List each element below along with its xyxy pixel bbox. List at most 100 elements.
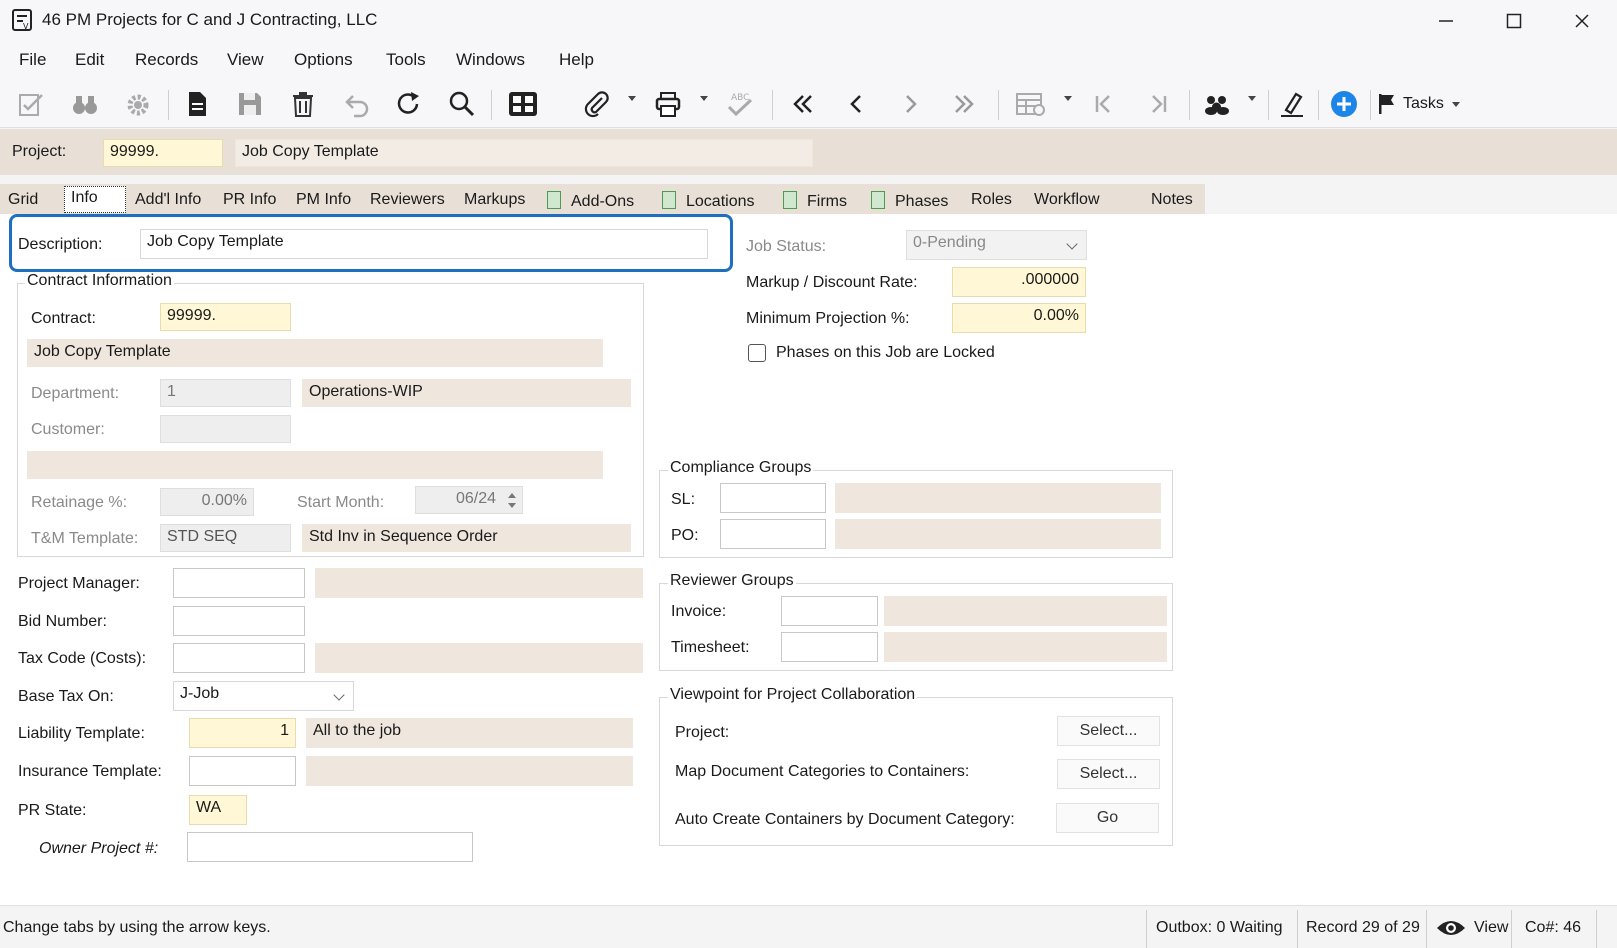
outbox-status[interactable]: Outbox: 0 Waiting <box>1156 919 1283 937</box>
menu-edit[interactable]: Edit <box>75 50 104 70</box>
menu-view[interactable]: View <box>227 50 264 70</box>
sl-description <box>835 483 1161 513</box>
tab-addl-info[interactable]: Add'l Info <box>135 191 201 209</box>
markup-rate-field[interactable]: .000000 <box>952 267 1086 297</box>
tasks-button[interactable]: Tasks <box>1377 88 1460 120</box>
attachment-dropdown-icon[interactable] <box>628 96 636 101</box>
pr-state-field[interactable]: WA <box>189 795 247 825</box>
menu-windows[interactable]: Windows <box>456 50 525 70</box>
project-label: Project: <box>12 143 67 160</box>
minimize-button[interactable] <box>1412 0 1480 42</box>
last-page-icon[interactable] <box>1141 88 1175 120</box>
project-manager-field[interactable] <box>173 568 305 598</box>
phases-locked-checkbox[interactable] <box>748 344 766 362</box>
timesheet-description <box>884 632 1167 662</box>
tab-locations[interactable]: Locations <box>662 191 755 211</box>
tab-notes[interactable]: Notes <box>1151 191 1193 209</box>
timesheet-field[interactable] <box>781 632 878 662</box>
job-status-label: Job Status: <box>746 238 827 255</box>
insurance-template-field[interactable] <box>189 756 296 786</box>
grid-view-icon[interactable] <box>506 88 540 120</box>
add-circle-icon[interactable] <box>1327 88 1361 120</box>
undo-icon[interactable] <box>339 88 373 120</box>
collab-map-select-button[interactable]: Select... <box>1057 759 1160 789</box>
sheet-icon <box>871 191 885 209</box>
close-button[interactable] <box>1548 0 1616 42</box>
menu-options[interactable]: Options <box>294 50 353 70</box>
tab-phases[interactable]: Phases <box>871 191 948 211</box>
menu-records[interactable]: Records <box>135 50 198 70</box>
description-field[interactable]: Job Copy Template <box>140 229 708 259</box>
first-page-icon[interactable] <box>1087 88 1121 120</box>
tab-workflow[interactable]: Workflow <box>1034 191 1100 209</box>
refresh-icon[interactable] <box>392 88 426 120</box>
last-record-icon[interactable] <box>947 88 981 120</box>
sl-field[interactable] <box>720 483 826 513</box>
maximize-icon <box>1506 13 1522 29</box>
settings-gear-icon[interactable] <box>122 88 156 120</box>
invoice-description <box>884 596 1167 626</box>
collab-go-button[interactable]: Go <box>1056 803 1159 833</box>
po-field[interactable] <box>720 519 826 549</box>
edit-check-icon[interactable] <box>14 88 48 120</box>
tab-markups[interactable]: Markups <box>464 191 525 209</box>
base-tax-select[interactable]: J-Job <box>173 681 354 711</box>
menu-tools[interactable]: Tools <box>386 50 426 70</box>
description-label: Description: <box>18 236 103 253</box>
tax-code-field[interactable] <box>173 643 305 673</box>
liability-template-field[interactable]: 1 <box>189 718 296 748</box>
contract-information-group <box>17 283 644 557</box>
binoculars-icon[interactable] <box>68 88 102 120</box>
attachment-icon[interactable] <box>579 88 613 120</box>
tab-roles[interactable]: Roles <box>971 191 1012 209</box>
project-manager-label: Project Manager: <box>18 575 140 592</box>
contract-field[interactable]: 99999. <box>160 303 291 331</box>
first-record-icon[interactable] <box>786 88 820 120</box>
collab-project-select-button[interactable]: Select... <box>1057 716 1160 746</box>
search-icon[interactable] <box>445 88 479 120</box>
tab-add-ons[interactable]: Add-Ons <box>547 191 634 211</box>
view-label: View <box>1474 919 1509 936</box>
tab-info[interactable]: Info <box>71 189 98 207</box>
tab-firms[interactable]: Firms <box>783 191 847 211</box>
status-divider <box>1297 910 1298 948</box>
new-document-icon[interactable] <box>180 88 214 120</box>
print-icon[interactable] <box>651 88 685 120</box>
group-icon[interactable] <box>1200 88 1234 120</box>
tab-reviewers[interactable]: Reviewers <box>370 191 445 209</box>
spellcheck-icon[interactable]: ABC <box>723 88 757 120</box>
owner-project-field[interactable] <box>187 832 473 862</box>
previous-record-icon[interactable] <box>840 88 874 120</box>
tasks-label: Tasks <box>1403 95 1444 112</box>
sign-pen-icon[interactable] <box>1275 88 1309 120</box>
save-icon[interactable] <box>233 88 267 120</box>
menu-help[interactable]: Help <box>559 50 594 70</box>
next-record-icon[interactable] <box>893 88 927 120</box>
customer-field <box>160 415 291 443</box>
menu-bar: File Edit Records View Options Tools Win… <box>0 42 1617 80</box>
bid-number-field[interactable] <box>173 606 305 636</box>
delete-icon[interactable] <box>286 88 320 120</box>
tab-pr-info[interactable]: PR Info <box>223 191 276 209</box>
table-layout-dropdown-icon[interactable] <box>1064 96 1072 101</box>
maximize-button[interactable] <box>1480 0 1548 42</box>
reviewer-groups-title: Reviewer Groups <box>668 572 796 590</box>
contract-information-title: Contract Information <box>25 272 174 290</box>
customer-label: Customer: <box>31 421 105 438</box>
collaboration-title: Viewpoint for Project Collaboration <box>668 686 918 704</box>
print-dropdown-icon[interactable] <box>700 96 708 101</box>
min-projection-field[interactable]: 0.00% <box>952 303 1086 333</box>
po-description <box>835 519 1161 549</box>
menu-file[interactable]: File <box>19 50 46 70</box>
tab-pm-info[interactable]: PM Info <box>296 191 351 209</box>
tab-grid[interactable]: Grid <box>8 191 38 209</box>
table-layout-icon[interactable] <box>1014 88 1048 120</box>
department-description: Operations-WIP <box>302 379 631 407</box>
project-number-field[interactable]: 99999. <box>103 139 223 167</box>
tab-phases-label: Phases <box>895 193 949 210</box>
invoice-field[interactable] <box>781 596 878 626</box>
window-title: 46 PM Projects for C and J Contracting, … <box>42 10 378 29</box>
view-mode-button[interactable]: View <box>1436 914 1508 942</box>
group-dropdown-icon[interactable] <box>1248 96 1256 101</box>
eye-icon <box>1437 921 1465 935</box>
